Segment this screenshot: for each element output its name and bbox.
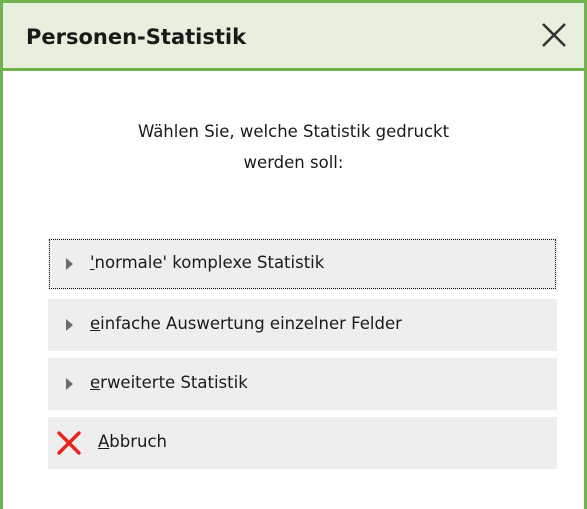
- play-arrow-icon: [66, 378, 73, 390]
- play-arrow-icon: [66, 258, 73, 270]
- close-button[interactable]: [538, 19, 570, 51]
- cancel-label: Abbruch: [98, 432, 168, 451]
- prompt-line-1: Wählen Sie, welche Statistik gedruckt: [137, 122, 450, 141]
- play-arrow-icon: [66, 319, 73, 331]
- option-label: erweiterte Statistik: [90, 373, 248, 392]
- option-einfache-auswertung-button[interactable]: einfache Auswertung einzelner Felder: [48, 299, 557, 351]
- personen-statistik-dialog: Personen-Statistik Wählen Sie, welche St…: [0, 0, 587, 509]
- dialog-title: Personen-Statistik: [26, 25, 247, 49]
- cancel-button[interactable]: Abbruch: [48, 417, 557, 469]
- option-erweiterte-statistik-button[interactable]: erweiterte Statistik: [48, 358, 557, 410]
- prompt-line-2: werden soll:: [243, 153, 344, 172]
- prompt-text: Wählen Sie, welche Statistik gedruckt we…: [3, 116, 584, 178]
- option-label: einfache Auswertung einzelner Felder: [90, 314, 402, 333]
- close-icon: [542, 23, 566, 47]
- red-x-icon: [57, 431, 81, 455]
- option-normale-statistik-button[interactable]: 'normale' komplexe Statistik: [48, 238, 557, 290]
- title-bar: Personen-Statistik: [3, 3, 584, 71]
- option-label: 'normale' komplexe Statistik: [90, 253, 325, 272]
